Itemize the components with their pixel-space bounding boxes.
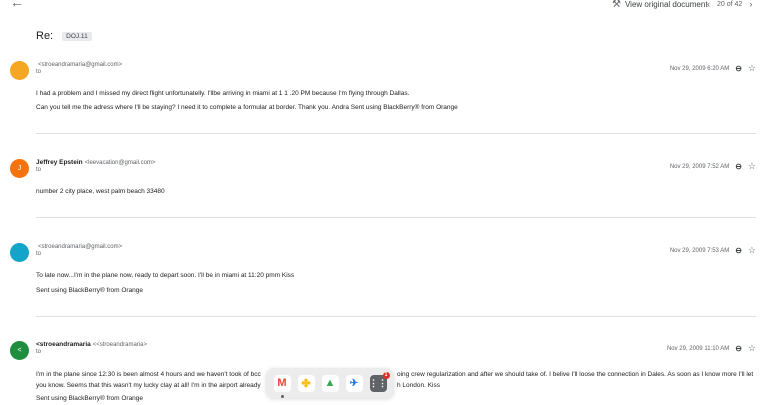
app-dock: M ✤ ▲ ✈ ⋮⋮ 1 <box>266 368 394 398</box>
message-date: Nov 29, 2009 6:20 AM <box>669 65 730 72</box>
sender-email: <<stroeandramaria> <box>92 342 147 348</box>
message-meta: Nov 29, 2009 11:10 AM ⊖ ☆ <box>667 343 756 354</box>
divider <box>36 217 756 218</box>
sender-email: <stroeandramaria@gmail.com> <box>38 62 123 68</box>
back-arrow-icon[interactable]: ← <box>10 0 24 10</box>
message-line: oing crew regularization and after we sh… <box>397 371 754 378</box>
star-icon[interactable]: ☆ <box>748 161 756 172</box>
message-date: Nov 29, 2009 11:10 AM <box>666 345 730 352</box>
message-meta: Nov 29, 2009 7:53 AM ⊖ ☆ <box>670 245 756 256</box>
divider <box>36 133 756 134</box>
message-line: I'm in the plane since 12:30 is been alm… <box>36 371 261 378</box>
view-original-document-link[interactable]: ⚒ View original document <box>612 0 708 10</box>
link-icon[interactable]: ⊖ <box>735 344 742 353</box>
pager-count: 20 of 42 <box>717 0 743 8</box>
message-line: Sent using BlackBerry® from Orange <box>36 287 144 294</box>
subject-line: Re: DOJ.11 <box>36 30 92 42</box>
avatar: J <box>10 159 29 178</box>
recipient: to <box>36 69 42 75</box>
avatar <box>10 243 29 262</box>
avatar <box>10 61 29 80</box>
label-chip[interactable]: DOJ.11 <box>62 31 92 41</box>
message-line: you know. Seems that this wasn't my luck… <box>36 382 261 389</box>
message-line: number 2 city place, west palm beach 334… <box>36 188 165 195</box>
top-bar: ← ⚒ View original document ‹ 20 of 42 › <box>0 0 768 10</box>
sender-email: <stroeandramaria@gmail.com> <box>38 244 123 250</box>
sender: <stroeandramaria@gmail.com> <box>36 243 122 250</box>
sender-name: Jeffrey Epstein <box>36 159 83 166</box>
notification-badge: 1 <box>382 371 390 379</box>
gavel-icon: ⚒ <box>612 0 621 10</box>
link-icon[interactable]: ⊖ <box>735 246 742 255</box>
message-date: Nov 29, 2009 7:52 AM <box>669 163 730 170</box>
star-icon[interactable]: ☆ <box>748 63 756 74</box>
drive-icon[interactable]: ▲ <box>321 374 339 392</box>
message-line: Sent using BlackBerry® from Orange <box>36 395 144 402</box>
photos-icon[interactable]: ✤ <box>297 374 315 392</box>
message-meta: Nov 29, 2009 7:52 AM ⊖ ☆ <box>670 161 756 172</box>
message-date: Nov 29, 2009 7:53 AM <box>669 247 730 254</box>
message-line: To late now...I'm in the plane now, read… <box>36 272 295 279</box>
view-original-label: View original document <box>624 0 708 9</box>
recipient: to <box>36 349 42 355</box>
sender: Jeffrey Epstein <leevacation@gmail.com> <box>36 159 155 166</box>
avatar: < <box>10 341 29 360</box>
gmail-icon[interactable]: M <box>273 374 291 392</box>
divider <box>36 316 756 317</box>
previous-page-button[interactable]: ‹ <box>707 0 710 9</box>
recipient: to <box>36 251 42 257</box>
sender: <stroeandramaria <<stroeandramaria> <box>36 341 147 348</box>
pager: ‹ 20 of 42 › <box>707 0 752 9</box>
star-icon[interactable]: ☆ <box>748 245 756 256</box>
message-meta: Nov 29, 2009 6:20 AM ⊖ ☆ <box>670 63 756 74</box>
next-page-button[interactable]: › <box>749 0 752 9</box>
message-line: h London. Kiss <box>397 382 441 389</box>
active-app-indicator <box>281 395 284 398</box>
star-icon[interactable]: ☆ <box>748 343 756 354</box>
app-launcher-icon[interactable]: ⋮⋮ 1 <box>369 371 390 392</box>
flights-icon[interactable]: ✈ <box>345 374 363 392</box>
subject-title: Re: <box>36 30 54 42</box>
message-line: Can you tell me the adress where I'll be… <box>36 104 458 111</box>
message-line: I had a problem and I missed my direct f… <box>36 90 410 97</box>
link-icon[interactable]: ⊖ <box>735 162 742 171</box>
recipient: to <box>36 167 42 173</box>
sender-email: <leevacation@gmail.com> <box>84 160 156 166</box>
link-icon[interactable]: ⊖ <box>735 64 742 73</box>
sender: <stroeandramaria@gmail.com> <box>36 61 122 68</box>
sender-name: <stroeandramaria <box>36 341 91 348</box>
